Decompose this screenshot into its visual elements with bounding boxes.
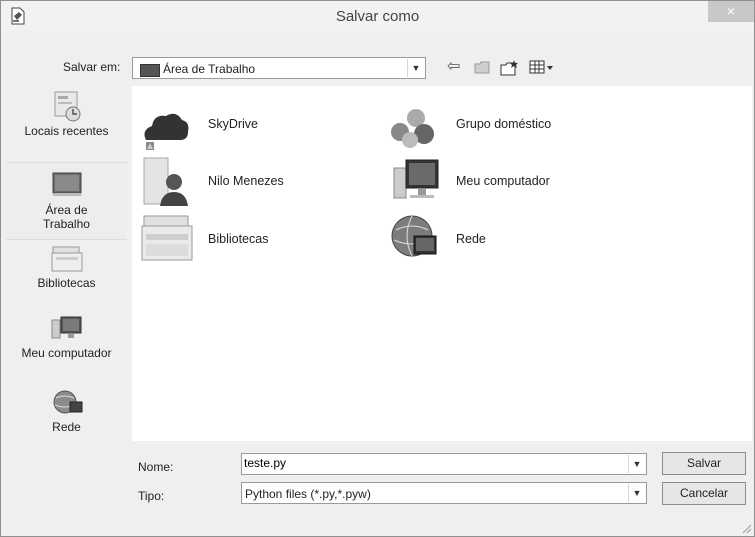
list-item-skydrive[interactable]: SkyDrive	[140, 102, 320, 156]
libraries-folder-icon	[141, 215, 193, 261]
network-globe-icon	[391, 215, 437, 257]
place-label: Locais recentes	[24, 124, 109, 138]
list-item-homegroup[interactable]: Grupo doméstico	[388, 102, 588, 156]
file-list-view[interactable]: SkyDrive Grupo doméstico Nilo Menezes Me…	[132, 86, 752, 441]
recent-places-icon	[54, 91, 80, 122]
list-item-computer[interactable]: Meu computador	[388, 154, 588, 208]
user-folder-icon	[143, 157, 188, 206]
type-label: Tipo:	[138, 489, 165, 503]
place-desktop[interactable]: Área de Trabalho	[6, 162, 127, 240]
item-label: Nilo Menezes	[208, 174, 284, 188]
place-recent[interactable]: Locais recentes	[6, 90, 127, 152]
file-name-input[interactable]	[244, 456, 614, 470]
list-item-libraries[interactable]: Bibliotecas	[140, 212, 320, 266]
window-title: Salvar como	[335, 8, 420, 25]
place-network[interactable]: Rede	[6, 388, 127, 442]
up-folder-icon[interactable]	[474, 61, 490, 74]
place-label: Bibliotecas	[37, 276, 96, 290]
chevron-down-icon[interactable]: ▼	[628, 455, 645, 473]
desktop-icon	[52, 172, 81, 196]
item-label: Bibliotecas	[208, 232, 269, 246]
libraries-icon	[51, 246, 82, 272]
item-label: Grupo doméstico	[456, 117, 552, 131]
item-label: Rede	[456, 232, 486, 246]
list-item-user-folder[interactable]: Nilo Menezes	[140, 154, 320, 208]
place-label-line1: Área de	[45, 203, 88, 217]
save-in-label: Salvar em:	[63, 60, 121, 74]
file-name-field[interactable]: ▼	[241, 453, 647, 475]
place-computer[interactable]: Meu computador	[6, 314, 127, 368]
item-label: Meu computador	[456, 174, 550, 188]
title-bar: Salvar como ×	[1, 1, 754, 31]
save-button[interactable]: Salvar	[662, 452, 746, 475]
computer-icon	[51, 316, 81, 339]
desktop-mini-icon	[140, 64, 160, 77]
network-icon	[53, 390, 82, 414]
file-type-select[interactable]: Python files (*.py,*.pyw) ▼	[241, 482, 647, 504]
new-folder-icon[interactable]	[500, 59, 520, 76]
item-label: SkyDrive	[208, 117, 259, 131]
chevron-down-icon[interactable]: ▼	[628, 484, 645, 502]
place-label-line2: Trabalho	[43, 217, 90, 231]
computer-icon	[393, 159, 439, 199]
cancel-button[interactable]: Cancelar	[662, 482, 746, 505]
list-item-network[interactable]: Rede	[388, 212, 588, 266]
place-label: Rede	[52, 420, 81, 434]
place-label: Meu computador	[21, 346, 112, 360]
name-label: Nome:	[138, 460, 174, 474]
back-arrow-icon[interactable]: ⇦	[447, 57, 467, 77]
places-bar: Locais recentes Área de Trabalho Bibliot…	[6, 86, 127, 442]
view-menu-icon[interactable]	[529, 60, 555, 75]
save-in-value: Área de Trabalho	[163, 62, 256, 76]
homegroup-icon	[391, 109, 434, 148]
chevron-down-icon[interactable]: ▼	[407, 59, 424, 77]
save-as-dialog: Salvar como × Salvar em: Área de Trabalh…	[0, 0, 755, 537]
resize-grip-icon[interactable]	[740, 522, 752, 534]
save-in-combo[interactable]: Área de Trabalho ▼	[132, 57, 426, 79]
place-libraries[interactable]: Bibliotecas	[6, 244, 127, 294]
file-type-value: Python files (*.py,*.pyw)	[245, 487, 371, 501]
skydrive-cloud-icon	[144, 113, 189, 150]
close-button[interactable]: ×	[708, 1, 754, 22]
